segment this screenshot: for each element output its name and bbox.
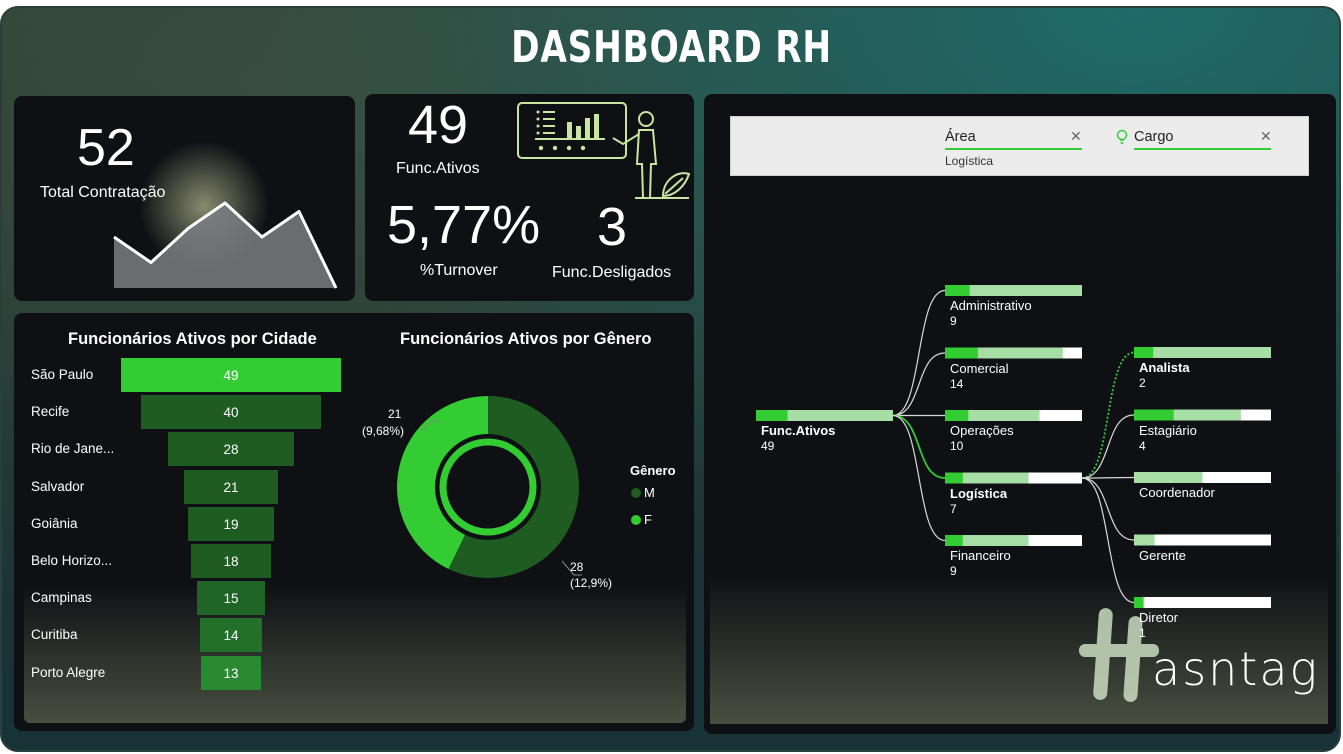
- tree-link: [1081, 351, 1135, 479]
- funnel-value-label: 28: [223, 442, 239, 458]
- donut-inner-ring: [439, 438, 537, 536]
- tree-area-bar-fill[interactable]: [945, 472, 963, 484]
- tree-link: [1081, 414, 1135, 479]
- funnel-value-label: 19: [223, 516, 239, 532]
- decomposition-tree-card: Área ✕ Logística Cargo ✕ asntag Func.Ati…: [704, 94, 1336, 734]
- tree-cargo-label[interactable]: Gerente: [1139, 548, 1186, 563]
- tree-cargo-value: 2: [1139, 376, 1146, 390]
- tree-area-bar-fill[interactable]: [945, 347, 978, 359]
- tree-root-bar-fill[interactable]: [756, 410, 788, 421]
- legend-item-f[interactable]: F: [630, 512, 680, 530]
- tree-link: [1081, 476, 1135, 479]
- funnel-value-label: 40: [223, 405, 239, 421]
- funnel-value-label: 14: [223, 628, 239, 644]
- tree-area-value: 14: [950, 376, 964, 391]
- total-contratacao-card: 52 Total Contratação: [14, 96, 355, 301]
- funnel-value-label: 13: [223, 665, 239, 681]
- funnel-category-label: Salvador: [31, 478, 85, 494]
- legend-swatch-m: [631, 488, 641, 498]
- funnel-category-label: Recife: [31, 404, 70, 420]
- tree-area-value: 10: [950, 439, 964, 453]
- tree-cargo-value: 4: [1139, 438, 1146, 453]
- funnel-category-label: Campinas: [31, 590, 92, 606]
- tree-root-label: Func.Ativos: [761, 423, 836, 438]
- tree-area-bar-fill[interactable]: [945, 285, 970, 296]
- turnover-label: %Turnover: [420, 262, 498, 279]
- page-title: DASHBOARD RH: [511, 22, 832, 73]
- tree-cargo-label[interactable]: Coordenador: [1139, 485, 1215, 500]
- legend-label-f: F: [644, 512, 652, 527]
- tree-cargo-bar-light: [1134, 347, 1271, 358]
- funnel-category-label: São Paulo: [31, 367, 94, 382]
- tree-cargo-bar-track: [1134, 534, 1271, 546]
- funnel-value-label: 49: [223, 368, 239, 383]
- tree-area-value: 7: [950, 501, 957, 516]
- tree-area-label[interactable]: Administrativo: [950, 298, 1032, 313]
- tree-cargo-bar-light: [1134, 534, 1155, 546]
- legend-swatch-f: [631, 515, 641, 525]
- tree-area-label[interactable]: Logística: [950, 486, 1007, 501]
- funnel-value-label: 21: [223, 479, 239, 495]
- legend-title: Gênero: [630, 463, 676, 478]
- tree-cargo-value: 1: [1139, 626, 1146, 640]
- hashtag-logo-text: asntag: [1152, 642, 1320, 696]
- tree-link: [892, 352, 946, 417]
- donut-value-label-f: 21: [388, 407, 402, 421]
- tree-link: [892, 289, 946, 417]
- legend-item-m[interactable]: M: [630, 485, 680, 503]
- tree-cargo-label[interactable]: Analista: [1139, 360, 1190, 375]
- tree-root-value: 49: [761, 439, 775, 453]
- charts-card: Funcionários Ativos por Cidade São Paulo…: [14, 313, 694, 731]
- tree-area-label[interactable]: Operações: [950, 423, 1014, 438]
- funnel-category-label: Rio de Jane...: [31, 441, 115, 457]
- turnover-value: 5,77%: [387, 195, 541, 255]
- donut-value-label-m: 28: [570, 560, 584, 574]
- tree-area-bar-fill[interactable]: [945, 410, 969, 421]
- hiring-sparkline: [113, 141, 338, 289]
- tree-cargo-bar-fill[interactable]: [1134, 409, 1174, 421]
- funnel-value-label: 15: [223, 591, 239, 607]
- tree-link: [892, 414, 946, 479]
- funnel-category-label: Goiânia: [31, 515, 78, 531]
- funnel-value-label: 18: [223, 554, 239, 569]
- tree-area-value: 9: [950, 314, 957, 328]
- tree-area-label[interactable]: Comercial: [950, 361, 1009, 376]
- tree-link: [892, 414, 946, 542]
- func-desligados-value: 3: [597, 197, 628, 257]
- funnel-chart: São Paulo 49 Recife 40 Rio de Jane... 28 Salva…: [14, 313, 354, 731]
- funnel-category-label: Belo Horizo...: [31, 553, 113, 568]
- legend-label-m: M: [644, 485, 655, 500]
- func-ativos-label: Func.Ativos: [396, 160, 480, 177]
- funnel-category-label: Porto Alegre: [31, 664, 106, 680]
- tree-cargo-label[interactable]: Estagiário: [1139, 423, 1197, 438]
- func-desligados-label: Func.Desligados: [552, 264, 672, 281]
- tree-link: [1081, 477, 1135, 541]
- donut-pct-label-m: (12,9%): [570, 576, 613, 590]
- board-chart-icon: [535, 110, 605, 151]
- kpi-card: 49 Func.Ativos 5,77% %Turnover 3 Func.De…: [365, 94, 694, 301]
- tree-link: [1081, 477, 1135, 604]
- func-ativos-value: 49: [408, 95, 469, 155]
- tree-area-value: 9: [950, 564, 957, 578]
- funnel-category-label: Curitiba: [31, 627, 78, 643]
- donut-pct-label-f: (9,68%): [362, 424, 405, 438]
- tree-area-label[interactable]: Financeiro: [950, 548, 1011, 563]
- tree-cargo-bar-light: [1134, 472, 1203, 483]
- tree-cargo-label[interactable]: Diretor: [1139, 610, 1178, 625]
- tree-cargo-bar-fill[interactable]: [1134, 347, 1154, 358]
- presenter-icon: [612, 111, 691, 199]
- tree-area-bar-fill[interactable]: [945, 535, 963, 546]
